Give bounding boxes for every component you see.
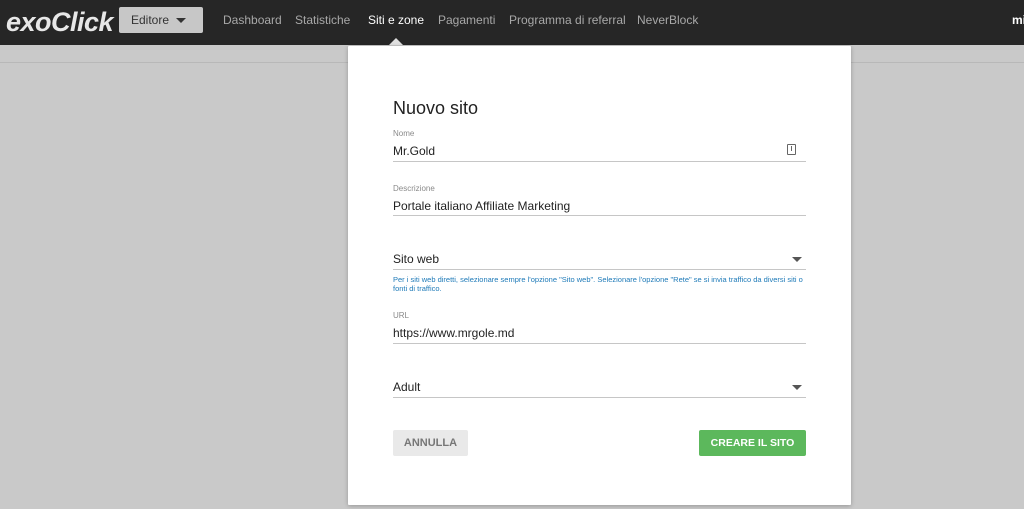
category-underline — [393, 397, 806, 398]
description-field[interactable]: Descrizione Portale italiano Affiliate M… — [393, 184, 806, 217]
contact-card-icon — [787, 144, 796, 155]
url-input[interactable]: https://www.mrgole.md — [393, 326, 514, 340]
url-label: URL — [393, 311, 410, 320]
active-nav-indicator — [389, 38, 403, 45]
name-label: Nome — [393, 129, 415, 138]
dialog-title: Nuovo sito — [393, 98, 479, 118]
site-type-underline — [393, 269, 806, 270]
category-value: Adult — [393, 380, 421, 394]
role-dropdown-button[interactable]: Editore — [119, 7, 203, 33]
top-navigation-bar: exoClick Editore Dashboard Statistiche S… — [0, 0, 1024, 45]
nav-neverblock[interactable]: NeverBlock — [637, 13, 698, 27]
nav-siti-e-zone[interactable]: Siti e zone — [368, 13, 424, 27]
nav-statistiche[interactable]: Statistiche — [295, 13, 350, 27]
site-type-hint: Per i siti web diretti, selezionare semp… — [393, 275, 803, 293]
nav-pagamenti[interactable]: Pagamenti — [438, 13, 495, 27]
user-menu[interactable]: mi — [1012, 13, 1024, 27]
cancel-button[interactable]: ANNULLA — [393, 430, 468, 456]
url-field[interactable]: URL https://www.mrgole.md — [393, 311, 806, 344]
exoclick-logo[interactable]: exoClick — [6, 5, 114, 39]
site-type-select[interactable]: Sito web — [393, 251, 806, 271]
nav-programma-di-referral[interactable]: Programma di referral — [509, 13, 626, 27]
create-site-button[interactable]: CREARE IL SITO — [699, 430, 806, 456]
name-field[interactable]: Nome Mr.Gold — [393, 129, 806, 162]
category-select[interactable]: Adult — [393, 379, 806, 399]
chevron-down-icon — [792, 257, 802, 262]
name-underline — [393, 161, 806, 162]
chevron-down-icon — [176, 18, 186, 23]
description-input[interactable]: Portale italiano Affiliate Marketing — [393, 199, 570, 213]
nav-dashboard[interactable]: Dashboard — [223, 13, 282, 27]
role-dropdown-label: Editore — [131, 13, 170, 27]
description-underline — [393, 215, 806, 216]
name-input[interactable]: Mr.Gold — [393, 144, 435, 158]
url-underline — [393, 343, 806, 344]
new-site-dialog: Nuovo sito Nome Mr.Gold Descrizione Port… — [348, 46, 851, 505]
description-label: Descrizione — [393, 184, 435, 193]
site-type-value: Sito web — [393, 252, 440, 266]
chevron-down-icon — [792, 385, 802, 390]
